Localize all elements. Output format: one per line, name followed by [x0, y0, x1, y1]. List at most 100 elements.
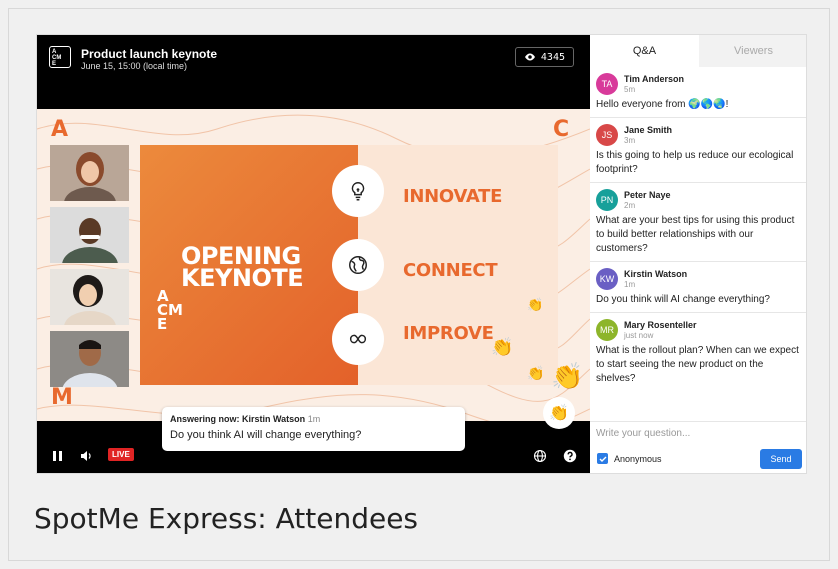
- side-panel: Q&A Viewers TA Tim Anderson 5m Hello eve…: [590, 35, 806, 473]
- pillar-label: INNOVATE: [403, 186, 503, 207]
- acme-letter: E: [157, 315, 168, 333]
- message-time: 1m: [624, 280, 636, 289]
- speaker-icon: [81, 451, 91, 461]
- message-text: What is the rollout plan? When can we ex…: [596, 345, 799, 384]
- clap-reaction-icon: 👏: [527, 297, 544, 312]
- qa-message: JS Jane Smith 3m Is this going to help u…: [590, 118, 806, 183]
- clap-reaction-button[interactable]: 👏: [543, 397, 575, 429]
- viewer-count: 4345: [540, 51, 565, 63]
- eye-icon: [524, 53, 535, 61]
- pillar-label: IMPROVE: [403, 323, 494, 344]
- corner-letter-c: C: [553, 117, 570, 142]
- help-icon: [563, 449, 577, 463]
- message-meta: Mary Rosenteller just now: [624, 320, 697, 340]
- message-text: Do you think will AI change everything?: [596, 294, 770, 305]
- globe-icon: [533, 449, 547, 463]
- slide-acme-logo: A CM E: [157, 289, 183, 333]
- message-header: MR Mary Rosenteller just now: [596, 319, 802, 341]
- pillar-icon-bubble: [332, 239, 384, 291]
- author-name: Kirstin Watson: [624, 269, 688, 279]
- message-text: Hello everyone from 🌍🌎🌏!: [596, 99, 729, 110]
- participant-avatar: [50, 331, 129, 387]
- message-time: 3m: [624, 136, 636, 145]
- message-time: just now: [624, 331, 654, 340]
- answering-now-card: Answering now: Kirstin Watson 1m Do you …: [162, 407, 465, 451]
- question-input[interactable]: [596, 428, 796, 439]
- clap-reaction-icon: 👏: [527, 365, 545, 381]
- message-meta: Peter Naye 2m: [624, 190, 671, 210]
- help-button[interactable]: [563, 449, 577, 463]
- acme-logo: A CM E: [49, 46, 71, 68]
- message-header: JS Jane Smith 3m: [596, 124, 802, 146]
- anonymous-checkbox[interactable]: [597, 453, 608, 464]
- globe-icon: [349, 256, 367, 274]
- stream-header: A CM E Product launch keynote June 15, 1…: [37, 35, 590, 109]
- avatar: KW: [596, 268, 618, 290]
- anonymous-label: Anonymous: [614, 453, 662, 464]
- message-meta: Kirstin Watson 1m: [624, 269, 687, 289]
- answering-prefix: Answering now: Kirstin Watson: [170, 414, 306, 424]
- lightbulb-icon: [351, 182, 365, 201]
- panel-tabs: Q&A Viewers: [590, 35, 806, 67]
- volume-button[interactable]: [79, 449, 93, 463]
- corner-letter-a: A: [51, 117, 69, 142]
- message-text: Is this going to help us reduce our ecol…: [596, 150, 794, 175]
- answering-label: Answering now: Kirstin Watson 1m: [170, 414, 457, 424]
- avatar: PN: [596, 189, 618, 211]
- pillar-icon-bubble: [332, 165, 384, 217]
- message-time: 2m: [624, 201, 636, 210]
- answering-time: 1m: [307, 414, 321, 424]
- corner-letter-m: M: [51, 385, 73, 410]
- infinity-icon: [349, 334, 367, 344]
- clap-icon: 👏: [549, 405, 569, 422]
- avatar: JS: [596, 124, 618, 146]
- clap-reaction-icon: 👏: [551, 361, 584, 391]
- author-name: Tim Anderson: [624, 74, 685, 84]
- message-meta: Jane Smith 3m: [624, 125, 672, 145]
- author-name: Jane Smith: [624, 125, 673, 135]
- message-meta: Tim Anderson 5m: [624, 74, 684, 94]
- author-name: Mary Rosenteller: [624, 320, 697, 330]
- qa-message: MR Mary Rosenteller just now What is the…: [590, 313, 806, 391]
- pause-button[interactable]: [51, 449, 65, 463]
- qa-message: TA Tim Anderson 5m Hello everyone from 🌍…: [590, 67, 806, 118]
- message-header: KW Kirstin Watson 1m: [596, 268, 802, 290]
- pause-icon: [53, 451, 62, 461]
- tab-viewers[interactable]: Viewers: [699, 35, 806, 67]
- participant-video-thumbnail[interactable]: [50, 145, 129, 201]
- qa-message-list[interactable]: TA Tim Anderson 5m Hello everyone from 🌍…: [590, 67, 806, 421]
- participant-video-thumbnail[interactable]: [50, 207, 129, 263]
- question-composer: Anonymous Send: [590, 421, 806, 473]
- anonymous-toggle[interactable]: Anonymous: [597, 453, 662, 464]
- event-app-window: A CM E Product launch keynote June 15, 1…: [36, 34, 807, 474]
- slide-stage: A C M A CM E OPENING KEYNOTE INNOVATE CO…: [37, 109, 590, 421]
- live-badge: LIVE: [108, 448, 134, 461]
- page-caption: SpotMe Express: Attendees: [34, 502, 419, 535]
- qa-message: KW Kirstin Watson 1m Do you think will A…: [590, 262, 806, 313]
- message-header: TA Tim Anderson 5m: [596, 73, 802, 95]
- qa-message: PN Peter Naye 2m What are your best tips…: [590, 183, 806, 262]
- slide-headline: OPENING KEYNOTE: [181, 244, 304, 292]
- participant-avatar: [50, 207, 129, 263]
- participant-video-thumbnail[interactable]: [50, 269, 129, 325]
- language-button[interactable]: [533, 449, 547, 463]
- message-header: PN Peter Naye 2m: [596, 189, 802, 211]
- answering-question: Do you think AI will change everything?: [170, 429, 362, 441]
- tab-qa[interactable]: Q&A: [590, 35, 699, 67]
- pillar-label: CONNECT: [403, 260, 498, 281]
- stream-datetime: June 15, 15:00 (local time): [81, 61, 188, 71]
- video-player: A CM E Product launch keynote June 15, 1…: [37, 35, 590, 473]
- send-button[interactable]: Send: [760, 449, 802, 469]
- viewer-count-badge: 4345: [514, 47, 574, 67]
- participant-avatar: [50, 269, 129, 325]
- avatar: MR: [596, 319, 618, 341]
- participant-video-thumbnail[interactable]: [50, 331, 129, 387]
- checkmark-icon: [599, 456, 606, 462]
- stream-title: Product launch keynote: [81, 47, 218, 61]
- author-name: Peter Naye: [624, 190, 671, 200]
- participant-avatar: [50, 145, 129, 201]
- clap-reaction-icon: 👏: [491, 337, 514, 357]
- logo-letter: E: [52, 61, 57, 67]
- avatar: TA: [596, 73, 618, 95]
- headline-line: KEYNOTE: [181, 264, 304, 292]
